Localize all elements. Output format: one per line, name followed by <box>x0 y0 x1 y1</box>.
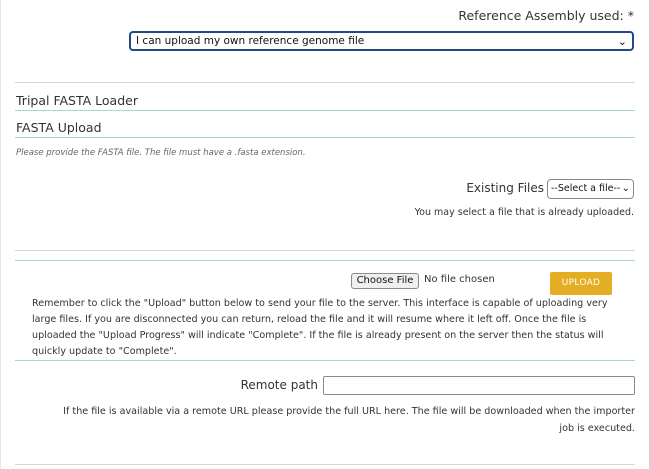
form-frame <box>0 0 650 469</box>
existing-files-label: Existing Files <box>466 181 544 195</box>
fasta-loader-title: Tripal FASTA Loader <box>16 93 138 108</box>
no-file-chosen-text: No file chosen <box>424 274 495 285</box>
existing-files-help: You may select a file that is already up… <box>414 207 634 218</box>
divider <box>15 250 635 251</box>
reference-assembly-label: Reference Assembly used: * <box>458 8 634 23</box>
chevron-down-icon: ⌄ <box>621 183 630 194</box>
divider <box>15 464 635 465</box>
upload-description: Remember to click the "Upload" button be… <box>32 298 608 357</box>
divider <box>15 82 635 83</box>
remote-path-label: Remote path <box>240 378 318 392</box>
reference-assembly-selected: I can upload my own reference genome fil… <box>136 35 365 47</box>
existing-files-selected: --Select a file-- <box>551 183 621 194</box>
divider <box>15 260 635 261</box>
upload-button[interactable]: UPLOAD <box>550 272 612 295</box>
fasta-upload-title: FASTA Upload <box>16 120 102 135</box>
remote-path-help: If the file is available via a remote UR… <box>63 406 635 434</box>
remote-path-input[interactable] <box>323 376 635 395</box>
fasta-help-text: Please provide the FASTA file. The file … <box>16 148 306 158</box>
choose-file-button[interactable]: Choose File <box>351 273 419 289</box>
chevron-down-icon: ⌄ <box>617 35 627 48</box>
divider <box>15 360 635 361</box>
divider <box>15 110 635 111</box>
reference-assembly-select[interactable]: I can upload my own reference genome fil… <box>129 31 634 51</box>
divider <box>15 137 635 138</box>
existing-files-select[interactable]: --Select a file-- ⌄ <box>547 179 634 199</box>
